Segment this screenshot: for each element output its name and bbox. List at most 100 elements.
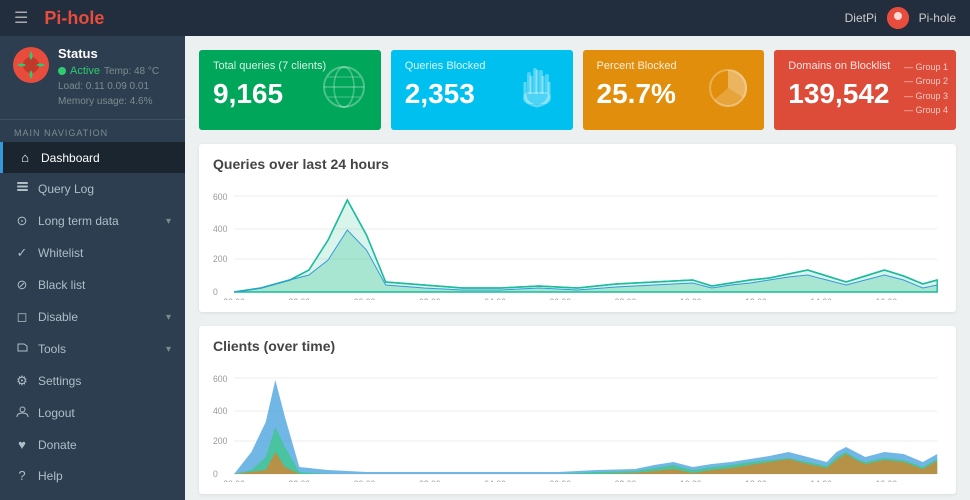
- brand-prefix: Pi-: [44, 8, 67, 28]
- sidebar-item-settings[interactable]: ⚙ Settings: [0, 365, 185, 397]
- chevron-down-icon: ▾: [166, 312, 171, 323]
- svg-text:02:00: 02:00: [419, 479, 441, 482]
- topnav-right: DietPi Pi-hole: [845, 7, 956, 29]
- settings-icon: ⚙: [14, 373, 30, 389]
- svg-text:20:00: 20:00: [223, 479, 245, 482]
- stat-card-percent-blocked: Percent Blocked 25.7%: [583, 50, 765, 130]
- sidebar-item-label: Dashboard: [41, 151, 100, 165]
- svg-text:04:00: 04:00: [484, 297, 506, 300]
- svg-text:22:00: 22:00: [289, 479, 311, 482]
- svg-text:20:00: 20:00: [223, 297, 245, 300]
- sidebar-item-query-log[interactable]: Query Log: [0, 173, 185, 205]
- svg-text:06:00: 06:00: [549, 297, 571, 300]
- chevron-down-icon: ▾: [166, 344, 171, 355]
- longterm-icon: ⊙: [14, 213, 30, 229]
- topnav-user: DietPi: [845, 11, 877, 25]
- topnav-avatar: [887, 7, 909, 29]
- sidebar-item-label: Query Log: [38, 182, 94, 196]
- status-load: Load: 0.11 0.09 0.01: [58, 79, 159, 94]
- svg-text:400: 400: [213, 224, 227, 234]
- sidebar-item-label: Disable: [38, 310, 78, 324]
- chart1-container: 0 200 400 600: [213, 180, 942, 300]
- hand-icon: [513, 64, 561, 122]
- svg-text:08:00: 08:00: [615, 479, 637, 482]
- active-dot: [58, 67, 66, 75]
- svg-text:10:00: 10:00: [680, 479, 702, 482]
- stat-card-domains-blocklist: Domains on Blocklist 139,542 — Group 1 —…: [774, 50, 956, 130]
- svg-text:0: 0: [213, 287, 218, 297]
- sidebar-item-whitelist[interactable]: ✓ Whitelist: [0, 237, 185, 269]
- querylog-icon: [14, 181, 30, 197]
- svg-text:00:00: 00:00: [354, 297, 376, 300]
- chart1-svg: 0 200 400 600: [213, 180, 942, 300]
- stat-card-queries-blocked: Queries Blocked 2,353: [391, 50, 573, 130]
- svg-text:600: 600: [213, 192, 227, 202]
- svg-text:200: 200: [213, 436, 227, 446]
- blocklist-legend: — Group 1 — Group 2 — Group 3 — Group 4: [904, 60, 948, 118]
- svg-text:12:00: 12:00: [745, 479, 767, 482]
- svg-text:02:00: 02:00: [419, 297, 441, 300]
- pie-chart-icon: [704, 64, 752, 122]
- svg-text:600: 600: [213, 374, 227, 384]
- disable-icon: ◻: [14, 309, 30, 325]
- status-title: Status: [58, 46, 159, 61]
- chart2-title: Clients (over time): [213, 338, 942, 354]
- sidebar-item-label: Tools: [38, 342, 66, 356]
- layout: Status Active Temp: 48 °C Load: 0.11 0.0…: [0, 36, 970, 500]
- brand: Pi-hole: [44, 8, 104, 29]
- help-icon: ?: [14, 468, 30, 483]
- sidebar: Status Active Temp: 48 °C Load: 0.11 0.0…: [0, 36, 185, 500]
- sidebar-item-label: Donate: [38, 438, 77, 452]
- svg-text:22:00: 22:00: [289, 297, 311, 300]
- sidebar-item-blacklist[interactable]: ⊘ Black list: [0, 269, 185, 301]
- globe-icon: [319, 62, 369, 122]
- svg-text:14:00: 14:00: [810, 297, 832, 300]
- svg-text:10:00: 10:00: [680, 297, 702, 300]
- svg-text:0: 0: [213, 469, 218, 479]
- svg-text:14:00: 14:00: [810, 479, 832, 482]
- sidebar-item-help[interactable]: ? Help: [0, 460, 185, 491]
- main-content: Total queries (7 clients) 9,165 Queries …: [185, 36, 970, 500]
- status-active-label: Active: [70, 65, 100, 77]
- svg-text:400: 400: [213, 406, 227, 416]
- sidebar-item-label: Settings: [38, 374, 81, 388]
- chart2-container: 0 200 400 600 20:00: [213, 362, 942, 482]
- chart1-title: Queries over last 24 hours: [213, 156, 942, 172]
- topnav-pihole-label: Pi-hole: [919, 11, 956, 25]
- sidebar-item-label: Long term data: [38, 214, 119, 228]
- sidebar-item-logout[interactable]: Logout: [0, 397, 185, 429]
- topnav: ☰ Pi-hole DietPi Pi-hole: [0, 0, 970, 36]
- whitelist-icon: ✓: [14, 245, 30, 261]
- brand-suffix: hole: [67, 8, 104, 28]
- sidebar-item-label: Logout: [38, 406, 75, 420]
- stat-card-total-queries: Total queries (7 clients) 9,165: [199, 50, 381, 130]
- sidebar-item-disable[interactable]: ◻ Disable ▾: [0, 301, 185, 333]
- sidebar-item-tools[interactable]: Tools ▾: [0, 333, 185, 365]
- dashboard-icon: ⌂: [17, 150, 33, 165]
- svg-text:12:00: 12:00: [745, 297, 767, 300]
- svg-text:04:00: 04:00: [484, 479, 506, 482]
- sidebar-item-donate[interactable]: ♥ Donate: [0, 429, 185, 460]
- chart-queries-24h: Queries over last 24 hours 0 200 400 600: [199, 144, 956, 312]
- sidebar-toggle[interactable]: ☰: [14, 8, 28, 28]
- sidebar-item-label: Black list: [38, 278, 85, 292]
- chart-clients: Clients (over time) 0 200 400 600: [199, 326, 956, 494]
- svg-text:200: 200: [213, 254, 227, 264]
- status-box: Status Active Temp: 48 °C Load: 0.11 0.0…: [0, 36, 185, 120]
- svg-text:08:00: 08:00: [615, 297, 637, 300]
- sidebar-item-dashboard[interactable]: ⌂ Dashboard: [0, 142, 185, 173]
- svg-text:16:00: 16:00: [876, 297, 898, 300]
- sidebar-item-label: Help: [38, 469, 63, 483]
- pihole-logo: [12, 46, 50, 84]
- logout-icon: [14, 405, 30, 421]
- chevron-down-icon: ▾: [166, 216, 171, 227]
- donate-icon: ♥: [14, 437, 30, 452]
- blacklist-icon: ⊘: [14, 277, 30, 293]
- status-memory: Memory usage: 4.6%: [58, 94, 159, 109]
- chart2-svg: 0 200 400 600 20:00: [213, 362, 942, 482]
- sidebar-item-long-term[interactable]: ⊙ Long term data ▾: [0, 205, 185, 237]
- svg-text:00:00: 00:00: [354, 479, 376, 482]
- nav-label: MAIN NAVIGATION: [0, 120, 185, 142]
- sidebar-item-label: Whitelist: [38, 246, 83, 260]
- status-active-row: Active Temp: 48 °C: [58, 65, 159, 77]
